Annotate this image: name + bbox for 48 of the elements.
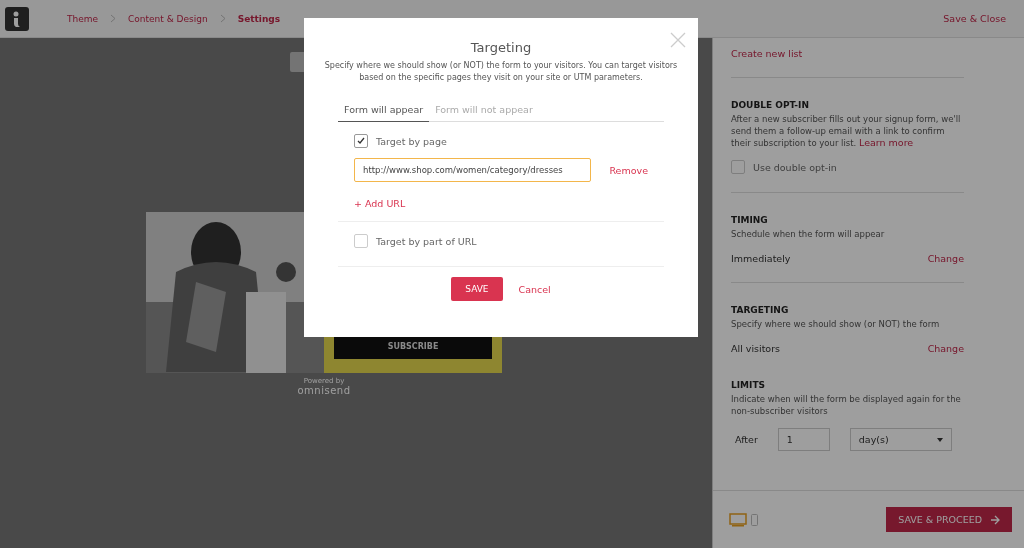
arrow-right-icon bbox=[990, 514, 1000, 525]
remove-link[interactable]: Remove bbox=[609, 164, 648, 176]
subscribe-button[interactable]: SUBSCRIBE bbox=[334, 336, 492, 359]
section-title: TIMING bbox=[731, 215, 769, 225]
section-description: Schedule when the form will appear bbox=[731, 228, 886, 240]
cancel-link[interactable]: Cancel bbox=[518, 283, 551, 295]
checkmark-icon bbox=[357, 137, 365, 145]
save-close-link[interactable]: Save & Close bbox=[943, 13, 1006, 24]
dialog-description: Specify where we should show (or NOT) the form to your visitors. You can target visitors based on the specific pages they visit on your site or UTM parameters. bbox=[323, 60, 679, 84]
create-list-link[interactable]: Create new list bbox=[731, 48, 803, 59]
section-description: Indicate when will the form be displayed again for the non-subscriber visitors bbox=[731, 393, 962, 417]
learn-more-link[interactable]: Learn more bbox=[859, 137, 914, 148]
after-label: After bbox=[735, 434, 758, 445]
breadcrumb-link[interactable]: Settings bbox=[237, 13, 281, 24]
url-input[interactable]: http://www.shop.com/women/category/dresses bbox=[354, 158, 592, 182]
setting-value: All visitors bbox=[731, 343, 781, 354]
save-proceed-button[interactable]: SAVE & PROCEED bbox=[886, 507, 1012, 532]
checkbox[interactable] bbox=[354, 234, 368, 248]
setting-value: Immediately bbox=[731, 253, 791, 264]
checkbox[interactable] bbox=[354, 134, 368, 148]
section-description: Specify where we should show (or NOT) the form bbox=[731, 318, 941, 330]
after-input[interactable]: 1 bbox=[777, 428, 830, 451]
breadcrumb-link[interactable]: Theme bbox=[67, 13, 99, 24]
caret-icon bbox=[936, 437, 943, 442]
tab[interactable]: Form will appear bbox=[338, 98, 430, 122]
checkbox-label: Use double opt-in bbox=[753, 161, 837, 173]
section-title: LIMITS bbox=[731, 380, 766, 390]
chevron-icon bbox=[219, 14, 226, 23]
checkbox[interactable] bbox=[731, 160, 745, 174]
phone-icon[interactable] bbox=[751, 513, 758, 526]
section-title: TARGETING bbox=[731, 305, 790, 315]
checkbox-label: Target by page bbox=[376, 135, 447, 147]
tab[interactable]: Form will not appear bbox=[429, 98, 539, 122]
dialog-title: Targeting bbox=[470, 40, 532, 55]
breadcrumb-link[interactable]: Content & Design bbox=[128, 13, 208, 24]
unit-select[interactable]: day(s) bbox=[849, 428, 952, 451]
close-icon[interactable] bbox=[670, 32, 686, 48]
change-link[interactable]: Change bbox=[927, 343, 964, 354]
logo-icon[interactable] bbox=[5, 6, 29, 31]
section-description: After a new subscriber fills out your signup form, we'll send them a follow-up email with a link to confirm their subscription to your list. Learn more bbox=[731, 113, 962, 149]
save-button[interactable]: SAVE bbox=[451, 277, 503, 301]
brand-text: omnisend bbox=[297, 385, 351, 396]
section-title: DOUBLE OPT-IN bbox=[731, 100, 810, 110]
desktop-icon[interactable] bbox=[729, 512, 747, 527]
change-link[interactable]: Change bbox=[927, 253, 964, 264]
add-url-link[interactable]: + Add URL bbox=[354, 198, 406, 209]
checkbox-label: Target by part of URL bbox=[376, 235, 477, 247]
chevron-icon bbox=[110, 14, 117, 23]
